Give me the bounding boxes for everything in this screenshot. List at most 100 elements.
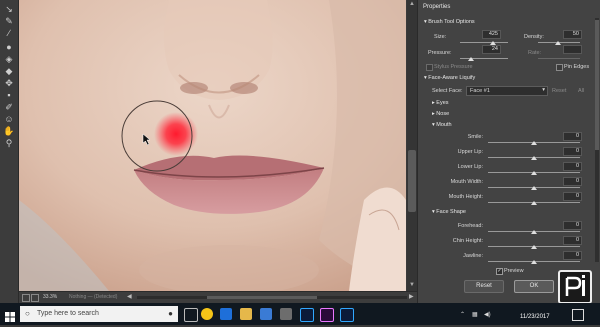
face-reset-button[interactable]: Reset xyxy=(552,88,566,94)
pin-edges-label: Pin Edges xyxy=(564,64,590,70)
mouth-slider-thumb-0[interactable] xyxy=(531,141,537,145)
vertical-scrollbar[interactable]: ▲ ▼ xyxy=(407,0,417,291)
rate-input[interactable] xyxy=(563,45,582,54)
rate-slider[interactable] xyxy=(538,58,580,59)
zoom-out-icon[interactable] xyxy=(22,294,30,302)
thaw-mask-icon[interactable]: ✐ xyxy=(4,102,14,112)
face-shape-label-2: Jawline: xyxy=(463,253,483,259)
taskbar-date[interactable]: 11/23/2017 xyxy=(520,314,550,320)
photoshop-icon[interactable] xyxy=(300,308,314,322)
properties-panel: Properties ▾ Brush Tool Options Size: 42… xyxy=(417,0,600,304)
face-shape-slider-thumb-0[interactable] xyxy=(531,230,537,234)
store-icon[interactable] xyxy=(260,308,272,320)
nose-section-toggle[interactable]: ▸ Nose xyxy=(432,111,449,117)
mouth-input-0[interactable]: 0 xyxy=(563,132,582,141)
volume-icon[interactable]: ◀) xyxy=(484,311,491,318)
mouth-input-4[interactable]: 0 xyxy=(563,192,582,201)
zoom-in-icon[interactable] xyxy=(31,294,39,302)
brush-options-title: Brush Tool Options xyxy=(428,19,475,25)
scroll-down-icon[interactable]: ▼ xyxy=(409,282,415,288)
density-input[interactable]: 50 xyxy=(563,30,582,39)
pin-edges-checkbox[interactable] xyxy=(556,64,563,71)
eyes-section-toggle[interactable]: ▸ Eyes xyxy=(432,100,449,106)
scrollbar-thumb[interactable] xyxy=(408,150,416,212)
face-shape-section-toggle[interactable]: ▾ Face Shape xyxy=(432,209,466,215)
scroll-right-icon[interactable]: ▶ xyxy=(409,293,414,300)
notifications-icon[interactable] xyxy=(572,309,584,321)
warp-icon[interactable]: ↘ xyxy=(4,4,14,14)
nose-section-label: Nose xyxy=(436,111,450,117)
freeze-mask-icon[interactable]: ▪ xyxy=(4,90,14,100)
face-all-button[interactable]: All xyxy=(578,88,584,94)
microphone-icon[interactable]: ● xyxy=(168,309,173,318)
image-canvas[interactable] xyxy=(19,0,406,291)
hand-icon[interactable]: ✋ xyxy=(3,126,14,136)
mouth-slider-thumb-3[interactable] xyxy=(531,186,537,190)
face-shape-input-0[interactable]: 0 xyxy=(563,221,582,230)
task-view-icon[interactable] xyxy=(184,308,198,322)
twirl-icon[interactable]: ● xyxy=(4,42,14,52)
panel-scrollbar[interactable] xyxy=(595,18,599,262)
horizontal-scrollbar[interactable] xyxy=(137,296,407,299)
face-shape-slider-thumb-2[interactable] xyxy=(531,260,537,264)
size-input[interactable]: 425 xyxy=(482,30,501,39)
mouth-input-3[interactable]: 0 xyxy=(563,177,582,186)
mouth-section-toggle[interactable]: ▾ Mouth xyxy=(432,122,452,128)
mouth-slider-thumb-2[interactable] xyxy=(531,171,537,175)
liquify-toolbar: ↘ ✎ ∕ ● ◈ ◆ ✥ ▪ ✐ ☺ ✋ ⚲ xyxy=(0,0,19,303)
mouth-label-3: Mouth Width: xyxy=(450,179,483,185)
size-slider[interactable] xyxy=(460,42,508,43)
scroll-left-icon[interactable]: ◀ xyxy=(127,293,132,300)
pressure-slider-thumb[interactable] xyxy=(468,57,474,61)
face-shape-input-2[interactable]: 0 xyxy=(563,251,582,260)
rate-label: Rate: xyxy=(528,50,542,56)
reset-button[interactable]: Reset xyxy=(464,280,504,293)
face-aware-header[interactable]: ▾ Face-Aware Liquify xyxy=(424,75,475,81)
zoom-icon[interactable]: ⚲ xyxy=(4,138,14,148)
mouth-input-1[interactable]: 0 xyxy=(563,147,582,156)
mouth-slider-thumb-4[interactable] xyxy=(531,201,537,205)
horizontal-scrollbar-thumb[interactable] xyxy=(207,296,317,299)
push-left-icon[interactable]: ✥ xyxy=(4,78,14,88)
edge-icon[interactable] xyxy=(220,308,232,320)
premiere-icon[interactable] xyxy=(320,308,334,322)
network-icon[interactable]: ▦ xyxy=(472,311,478,318)
stylus-pressure-checkbox[interactable] xyxy=(426,64,433,71)
face-shape-slider-thumb-1[interactable] xyxy=(531,245,537,249)
brush-options-header[interactable]: ▾ Brush Tool Options xyxy=(424,19,475,25)
taskbar-search-box[interactable]: ○ Type here to search ● xyxy=(20,306,178,322)
search-icon: ○ xyxy=(25,309,30,318)
tray-chevron-icon[interactable]: ⌃ xyxy=(460,311,465,318)
file-explorer-icon[interactable] xyxy=(240,308,252,320)
stylus-pressure-label: Stylus Pressure xyxy=(434,64,473,70)
search-placeholder: Type here to search xyxy=(37,310,99,317)
mouth-section-label: Mouth xyxy=(436,122,452,128)
pressure-input[interactable]: 24 xyxy=(482,45,501,54)
pucker-icon[interactable]: ◈ xyxy=(4,54,14,64)
scroll-up-icon[interactable]: ▲ xyxy=(409,1,415,7)
chrome-icon[interactable] xyxy=(201,308,213,320)
select-face-dropdown[interactable]: Face #1 ▾ xyxy=(466,86,548,96)
face-tool-icon[interactable]: ☺ xyxy=(4,114,14,124)
status-text: Nothing — (Detected) xyxy=(69,294,118,300)
mail-icon[interactable] xyxy=(280,308,292,320)
reconstruct-icon[interactable]: ✎ xyxy=(4,16,14,26)
preview-checkbox[interactable]: ✓ xyxy=(496,268,503,275)
smooth-icon[interactable]: ∕ xyxy=(4,28,14,38)
bloat-icon[interactable]: ◆ xyxy=(4,66,14,76)
density-slider-thumb[interactable] xyxy=(555,41,561,45)
ok-button[interactable]: OK xyxy=(514,280,554,293)
mouth-label-2: Lower Lip: xyxy=(457,164,483,170)
face-shape-input-1[interactable]: 0 xyxy=(563,236,582,245)
photoshop-icon-2[interactable] xyxy=(340,308,354,322)
mouth-slider-thumb-1[interactable] xyxy=(531,156,537,160)
mouth-label-4: Mouth Height: xyxy=(448,194,483,200)
zoom-level[interactable]: 33.3% xyxy=(43,294,57,300)
windows-start-icon[interactable] xyxy=(5,309,15,322)
mouth-input-2[interactable]: 0 xyxy=(563,162,582,171)
chevron-down-icon: ▾ xyxy=(542,87,545,93)
face-aware-title: Face-Aware Liquify xyxy=(428,75,476,81)
panel-scrollbar-thumb[interactable] xyxy=(595,20,599,150)
mouth-label-1: Upper Lip: xyxy=(457,149,483,155)
density-label: Density: xyxy=(524,34,544,40)
